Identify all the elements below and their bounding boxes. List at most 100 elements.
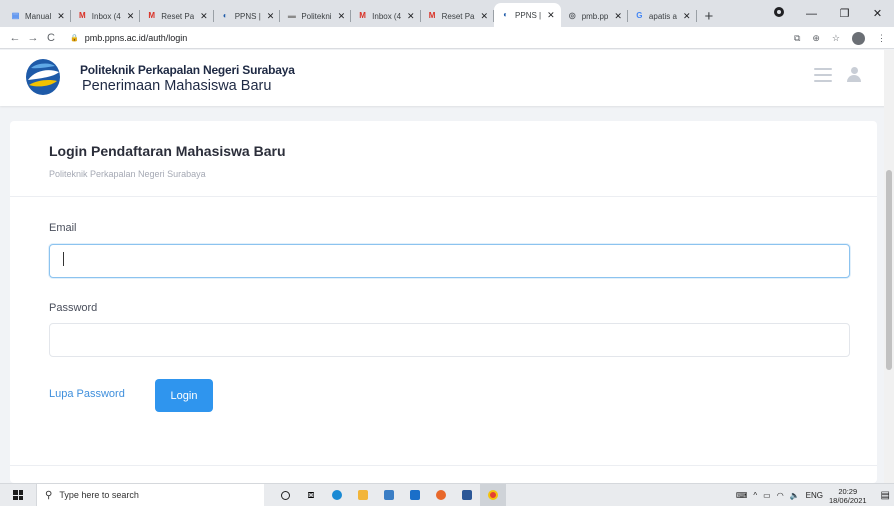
tab-favicon-icon: M [428, 11, 436, 20]
browser-tab[interactable]: ◐ PPNS | ✕ [214, 5, 281, 27]
tab-close-icon[interactable]: ✕ [57, 11, 65, 22]
card-footer-divider [10, 465, 877, 466]
browser-tab[interactable]: ◎ pmb.pp ✕ [561, 5, 629, 27]
tab-close-icon[interactable]: ✕ [547, 10, 555, 21]
tab-title: PPNS | [515, 10, 542, 20]
tab-title: apatis a [648, 11, 677, 21]
tab-title: Reset Pa [441, 11, 475, 21]
tab-close-icon[interactable]: ✕ [200, 11, 208, 22]
store-icon[interactable] [376, 484, 402, 506]
browser-tab[interactable]: Gapatis a ✕ [628, 5, 697, 27]
taskbar-search-placeholder: Type here to search [59, 490, 139, 500]
tab-close-icon[interactable]: ✕ [407, 11, 415, 22]
toolbar-actions: ⧉ ⊕ ☆ ⋮ [794, 27, 886, 49]
browser-tab-strip: ▤ Manual ✕ M Inbox (4 ✕ M Reset Pa ✕ ◐ PPNS | ✕ ▬ Pol… [0, 0, 894, 27]
address-bar[interactable]: 🔒 pmb.ppns.ac.id/auth/login [70, 33, 187, 43]
keyboard-icon[interactable]: ⌨ [736, 491, 748, 500]
browser-toolbar: ← → C 🔒 pmb.ppns.ac.id/auth/login ⧉ ⊕ ☆ … [0, 27, 894, 49]
tab-title: pmb.pp [581, 11, 609, 21]
tab-close-icon[interactable]: ✕ [338, 11, 346, 22]
minimize-button[interactable]: — [795, 8, 828, 20]
clock-date: 18/06/2021 [829, 495, 867, 505]
chevron-up-icon[interactable]: ^ [753, 491, 757, 500]
tab-favicon-icon: M [359, 11, 366, 20]
windows-taskbar: ⚲ Type here to search ⧈ ⌨ ^ ▭ ◠ 🔈 ENG 20… [0, 483, 894, 506]
tab-favicon-icon: G [636, 11, 643, 20]
task-view-icon[interactable]: ⧈ [298, 484, 324, 506]
bookmark-star-icon[interactable]: ☆ [832, 33, 840, 44]
lock-icon: 🔒 [70, 34, 79, 42]
profile-avatar[interactable] [852, 31, 865, 45]
login-card: Login Pendaftaran Mahasiswa Baru Politek… [10, 121, 877, 483]
app-name: Penerimaan Mahasiswa Baru [82, 78, 272, 94]
tab-title: Inbox (4 [91, 11, 121, 21]
institution-name: Politeknik Perkapalan Negeri Surabaya [80, 63, 295, 77]
tab-favicon-icon: M [78, 11, 86, 20]
browser-tab[interactable]: ◐ PPNS | ✕ [494, 3, 561, 27]
scrollbar-thumb[interactable] [886, 170, 892, 370]
wifi-icon[interactable]: ◠ [777, 491, 784, 500]
tab-favicon-icon: ▬ [287, 11, 296, 20]
taskbar-clock[interactable]: 20:29 18/06/2021 [829, 487, 867, 505]
network-icon[interactable]: ▭ [763, 491, 771, 500]
site-header: Politeknik Perkapalan Negeri Surabaya Pe… [0, 50, 894, 106]
page-scrollbar[interactable] [884, 50, 894, 483]
card-divider [10, 196, 877, 197]
edge-icon[interactable] [324, 484, 350, 506]
windows-start-button[interactable] [0, 484, 36, 506]
clock-time: 20:29 [838, 486, 858, 496]
password-label: Password [49, 302, 98, 314]
new-tab-button[interactable]: + [705, 5, 714, 27]
card-title: Login Pendaftaran Mahasiswa Baru [49, 143, 286, 159]
tab-close-icon[interactable]: ✕ [481, 11, 489, 22]
browser-tab[interactable]: M Reset Pa ✕ [140, 5, 215, 27]
browser-tab[interactable]: M Inbox (4 ✕ [71, 5, 141, 27]
zoom-icon[interactable]: ⊕ [812, 33, 820, 44]
back-icon[interactable]: ← [6, 32, 24, 44]
forward-icon[interactable]: → [24, 32, 42, 44]
browser-tab[interactable]: M Reset Pa ✕ [421, 5, 495, 27]
password-field[interactable] [49, 323, 850, 357]
tab-favicon-icon: M [148, 11, 156, 20]
chrome-icon[interactable] [480, 483, 506, 506]
browser-tab[interactable]: ▬ Politekni ✕ [280, 5, 351, 27]
login-button[interactable]: Login [155, 379, 213, 412]
volume-icon[interactable]: 🔈 [790, 491, 800, 500]
tab-favicon-icon: ◐ [503, 10, 508, 19]
reload-icon[interactable]: C [42, 32, 60, 44]
browser-tab[interactable]: ▤ Manual ✕ [4, 5, 71, 27]
text-caret [63, 252, 64, 266]
email-field[interactable] [49, 244, 850, 278]
close-window-button[interactable]: ✕ [861, 7, 894, 20]
word-icon[interactable] [454, 484, 480, 506]
translate-icon[interactable]: ⧉ [794, 33, 800, 44]
email-label: Email [49, 222, 77, 234]
windows-logo-icon [13, 490, 23, 500]
hamburger-menu-icon[interactable] [814, 68, 832, 82]
browser-tab[interactable]: M Inbox (4 ✕ [351, 5, 422, 27]
tab-close-icon[interactable]: ✕ [127, 11, 135, 22]
restore-button[interactable]: ❐ [828, 7, 861, 20]
forgot-password-link[interactable]: Lupa Password [49, 388, 125, 400]
tab-favicon-icon: ◎ [568, 11, 576, 20]
window-controls: — ❐ ✕ [762, 0, 894, 27]
ppns-logo [26, 59, 60, 95]
firefox-icon[interactable] [428, 484, 454, 506]
menu-dots-icon[interactable]: ⋮ [877, 33, 886, 44]
user-icon[interactable] [847, 67, 861, 83]
tab-close-icon[interactable]: ✕ [614, 11, 622, 22]
cortana-icon[interactable] [272, 484, 298, 506]
tab-close-icon[interactable]: ✕ [683, 11, 691, 22]
language-indicator[interactable]: ENG [806, 491, 823, 500]
mail-icon[interactable] [402, 484, 428, 506]
taskbar-apps: ⧈ [272, 483, 506, 506]
tab-close-icon[interactable]: ✕ [267, 11, 275, 22]
file-explorer-icon[interactable] [350, 484, 376, 506]
chrome-profile-indicator[interactable] [762, 7, 795, 20]
tab-title: Inbox (4 [372, 11, 402, 21]
card-subtitle: Politeknik Perkapalan Negeri Surabaya [49, 169, 206, 179]
notifications-icon[interactable]: ▤ [881, 490, 890, 501]
search-icon: ⚲ [45, 489, 53, 501]
taskbar-search-box[interactable]: ⚲ Type here to search [36, 483, 264, 506]
tab-title: Politekni [301, 11, 332, 21]
